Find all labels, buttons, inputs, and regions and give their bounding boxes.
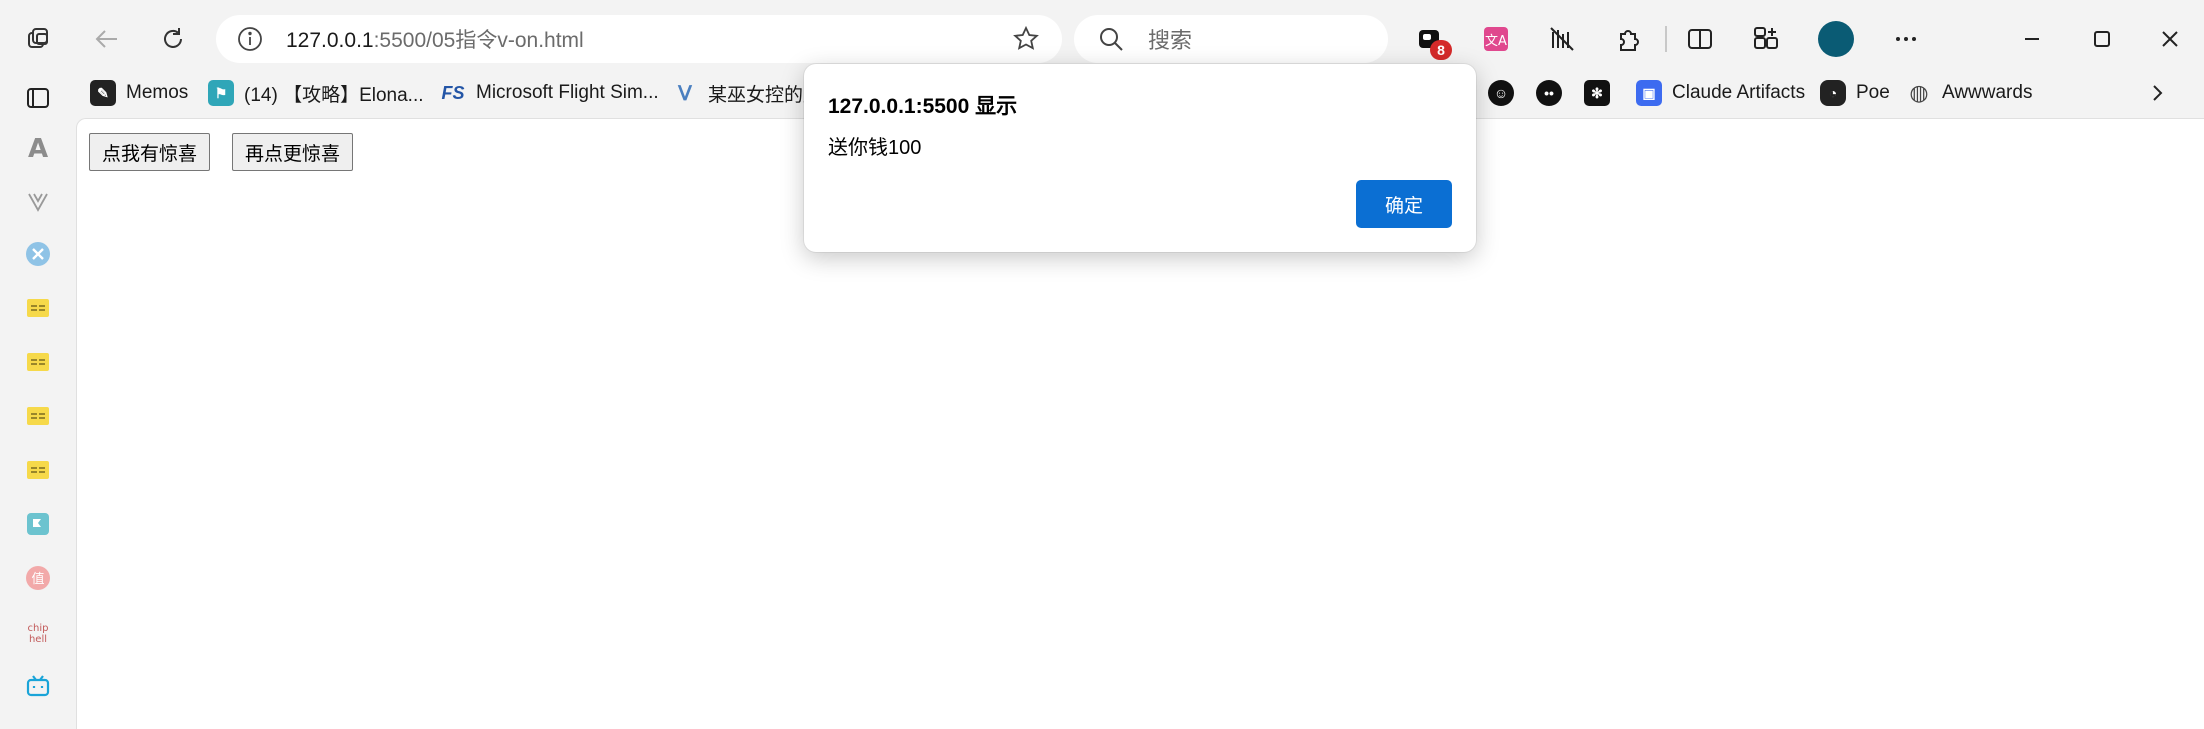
extensions-puzzle-icon[interactable] xyxy=(1606,18,1650,60)
extension-badge: 8 xyxy=(1430,40,1452,60)
close-circle-icon[interactable] xyxy=(22,238,54,270)
alert-dialog: 127.0.0.1:5500 显示 送你钱100 确定 xyxy=(804,64,1476,252)
favorite-flight-sim[interactable]: FS Microsoft Flight Sim... xyxy=(440,78,659,108)
minimize-icon[interactable] xyxy=(2010,18,2054,60)
back-icon[interactable] xyxy=(84,16,130,62)
elona-icon: ⚑ xyxy=(208,80,234,106)
site-info-icon[interactable] xyxy=(236,25,264,53)
search-box[interactable]: 搜索 xyxy=(1074,15,1388,63)
favorite-label: Claude Artifacts xyxy=(1672,82,1806,103)
search-placeholder: 搜索 xyxy=(1148,28,1193,53)
emoji-face-icon: ☺ xyxy=(1488,80,1514,106)
maximize-icon[interactable] xyxy=(2080,18,2124,60)
note-icon[interactable] xyxy=(22,454,54,486)
blog-icon: ᐯ xyxy=(678,82,692,105)
memos-icon: ✎ xyxy=(90,80,116,106)
svg-text:A: A xyxy=(28,134,48,162)
collections-icon[interactable] xyxy=(1744,18,1788,60)
favorite-label: Awwwards xyxy=(1942,82,2033,103)
note-icon[interactable] xyxy=(22,292,54,324)
favorite-label: Microsoft Flight Sim... xyxy=(476,82,659,103)
favorite-poe[interactable]: ◔ Poe xyxy=(1820,78,1890,108)
font-a-icon[interactable]: A xyxy=(22,131,54,163)
favorite-label: Memos xyxy=(126,82,189,103)
favorite-claude-artifacts[interactable]: ▣ Claude Artifacts xyxy=(1636,78,1805,108)
bilibili-icon[interactable] xyxy=(22,670,54,702)
favorite-label: Poe xyxy=(1856,82,1890,103)
toolbar-divider xyxy=(1665,26,1667,52)
favorite-awwwards[interactable]: ◍ Awwwards xyxy=(1906,78,2032,108)
favorite-ext-1[interactable]: ☺ xyxy=(1488,78,1524,108)
elona-icon[interactable] xyxy=(22,508,54,540)
favorite-memos[interactable]: ✎ Memos xyxy=(90,78,188,108)
dialog-message: 送你钱100 xyxy=(828,137,922,159)
close-window-icon[interactable] xyxy=(2148,18,2192,60)
refresh-icon[interactable] xyxy=(150,16,196,62)
favorite-blog[interactable]: ᐯ 某巫女控的后 xyxy=(672,78,822,108)
spider-icon: ✻ xyxy=(1584,80,1610,106)
svg-text:hell: hell xyxy=(29,634,47,645)
globe-icon: ◍ xyxy=(1909,80,1929,105)
url-path: :5500/05指令v-on.html xyxy=(373,29,584,52)
favorite-star-icon[interactable] xyxy=(1012,25,1040,53)
red-circle-icon[interactable]: 值 xyxy=(22,562,54,594)
workspaces-icon[interactable] xyxy=(16,16,62,62)
note-icon[interactable] xyxy=(22,400,54,432)
url-host: 127.0.0.1 xyxy=(286,29,374,52)
favorite-label: (14) 【攻略】Elona... xyxy=(244,84,424,106)
more-surprise-button[interactable]: 再点更惊喜 xyxy=(232,133,354,171)
dialog-title: 127.0.0.1:5500 显示 xyxy=(828,95,1018,118)
svg-text:值: 值 xyxy=(31,571,44,587)
note-icon[interactable] xyxy=(22,346,54,378)
split-screen-icon[interactable] xyxy=(1678,18,1722,60)
chiphell-icon[interactable]: chip hell xyxy=(22,616,54,648)
flight-sim-icon: FS xyxy=(441,82,465,103)
surprise-button[interactable]: 点我有惊喜 xyxy=(89,133,211,171)
extension-icon[interactable]: 8 xyxy=(1408,18,1452,60)
address-bar[interactable]: 127.0.0.1:5500/05指令v-on.html xyxy=(216,15,1062,63)
favorite-ext-2[interactable]: •• xyxy=(1536,78,1572,108)
left-sidebar: A 值 chip hell xyxy=(0,72,76,729)
poe-icon: ◔ xyxy=(1820,80,1846,106)
profile-avatar[interactable] xyxy=(1818,21,1854,57)
svg-text:chip: chip xyxy=(28,623,49,634)
tracker-extension-icon[interactable] xyxy=(1540,18,1584,60)
vue-icon[interactable] xyxy=(22,185,54,217)
claude-artifacts-icon: ▣ xyxy=(1636,80,1662,106)
favorites-overflow-chevron[interactable] xyxy=(2144,78,2170,108)
more-menu-icon[interactable] xyxy=(1884,18,1928,60)
tab-actions-icon[interactable] xyxy=(22,82,54,114)
favorite-ext-3[interactable]: ✻ xyxy=(1584,78,1620,108)
dots-face-icon: •• xyxy=(1536,80,1562,106)
translate-extension-icon[interactable]: 文A xyxy=(1474,18,1518,60)
chevron-right-icon xyxy=(2153,85,2163,101)
ok-button[interactable]: 确定 xyxy=(1356,180,1452,228)
favorite-elona[interactable]: ⚑ (14) 【攻略】Elona... xyxy=(208,78,424,108)
address-url[interactable]: 127.0.0.1:5500/05指令v-on.html xyxy=(286,24,584,54)
search-icon xyxy=(1100,28,1123,51)
svg-text:文A: 文A xyxy=(1485,34,1507,49)
